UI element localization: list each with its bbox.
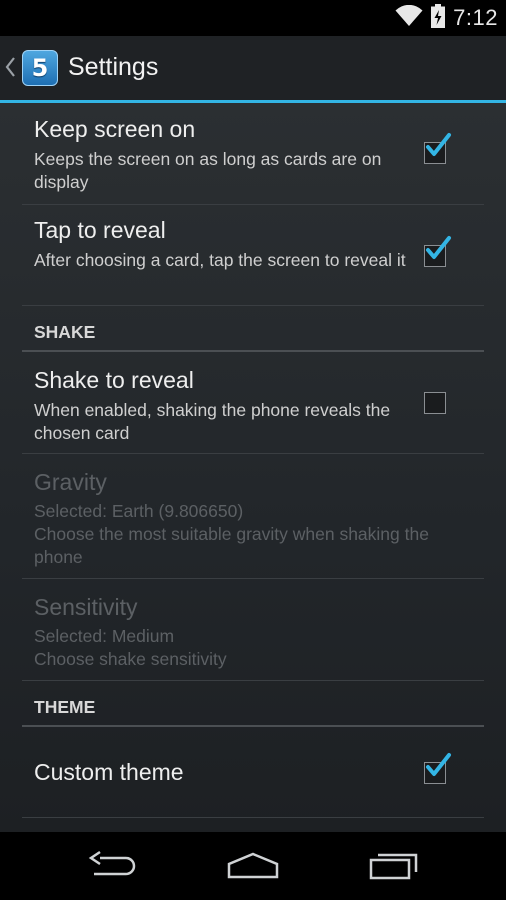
shake-section-header: SHAKE xyxy=(22,306,484,352)
setting-title: Gravity xyxy=(34,469,107,495)
setting-summary: Choose shake sensitivity xyxy=(34,649,227,669)
recent-apps-icon[interactable] xyxy=(368,850,420,885)
home-icon[interactable] xyxy=(226,850,280,885)
tap-to-reveal-checkbox[interactable] xyxy=(424,236,451,267)
setting-title: Shake to reveal xyxy=(34,367,194,393)
battery-charging-icon xyxy=(431,3,446,33)
app-icon-glyph: 5 xyxy=(31,54,49,82)
shake-to-reveal-setting[interactable]: Shake to reveal When enabled, shaking th… xyxy=(22,350,484,454)
navigation-bar xyxy=(0,832,506,900)
app-icon[interactable]: 5 xyxy=(22,50,58,86)
setting-summary: When enabled, shaking the phone reveals … xyxy=(34,400,391,443)
setting-summary: After choosing a card, tap the screen to… xyxy=(34,250,406,270)
theme-section-header: THEME xyxy=(22,681,484,727)
status-icons: 7:12 xyxy=(395,0,498,36)
setting-title: Keep screen on xyxy=(34,116,196,142)
setting-summary: Choose the most suitable gravity when sh… xyxy=(34,524,429,567)
back-icon[interactable] xyxy=(86,850,138,885)
custom-theme-setting[interactable]: Custom theme xyxy=(22,725,484,818)
setting-title: Sensitivity xyxy=(34,594,138,620)
shake-to-reveal-checkbox[interactable] xyxy=(424,392,446,414)
checkmark-icon xyxy=(426,133,451,156)
status-bar: 7:12 xyxy=(0,0,506,36)
settings-list: Keep screen on Keeps the screen on as lo… xyxy=(0,103,506,832)
setting-selected-value: Selected: Earth (9.806650) xyxy=(34,501,244,521)
checkmark-icon xyxy=(426,236,451,259)
keep-screen-on-setting[interactable]: Keep screen on Keeps the screen on as lo… xyxy=(22,103,484,205)
gravity-setting[interactable]: Gravity Selected: Earth (9.806650) Choos… xyxy=(22,454,484,579)
setting-selected-value: Selected: Medium xyxy=(34,626,175,646)
wifi-icon xyxy=(395,4,423,32)
custom-theme-checkbox[interactable] xyxy=(424,753,451,784)
setting-summary: Keeps the screen on as long as cards are… xyxy=(34,149,382,192)
action-bar: 5 Settings xyxy=(0,36,506,103)
page-title: Settings xyxy=(68,53,159,81)
section-header-label: THEME xyxy=(34,697,96,717)
tap-to-reveal-setting[interactable]: Tap to reveal After choosing a card, tap… xyxy=(22,204,484,306)
checkmark-icon xyxy=(426,753,451,776)
up-caret-icon[interactable] xyxy=(4,56,16,83)
setting-title: Custom theme xyxy=(34,759,184,785)
keep-screen-on-checkbox[interactable] xyxy=(424,133,451,164)
section-header-label: SHAKE xyxy=(34,322,96,342)
sensitivity-setting[interactable]: Sensitivity Selected: Medium Choose shak… xyxy=(22,579,484,681)
clock: 7:12 xyxy=(453,5,498,30)
setting-title: Tap to reveal xyxy=(34,217,166,243)
